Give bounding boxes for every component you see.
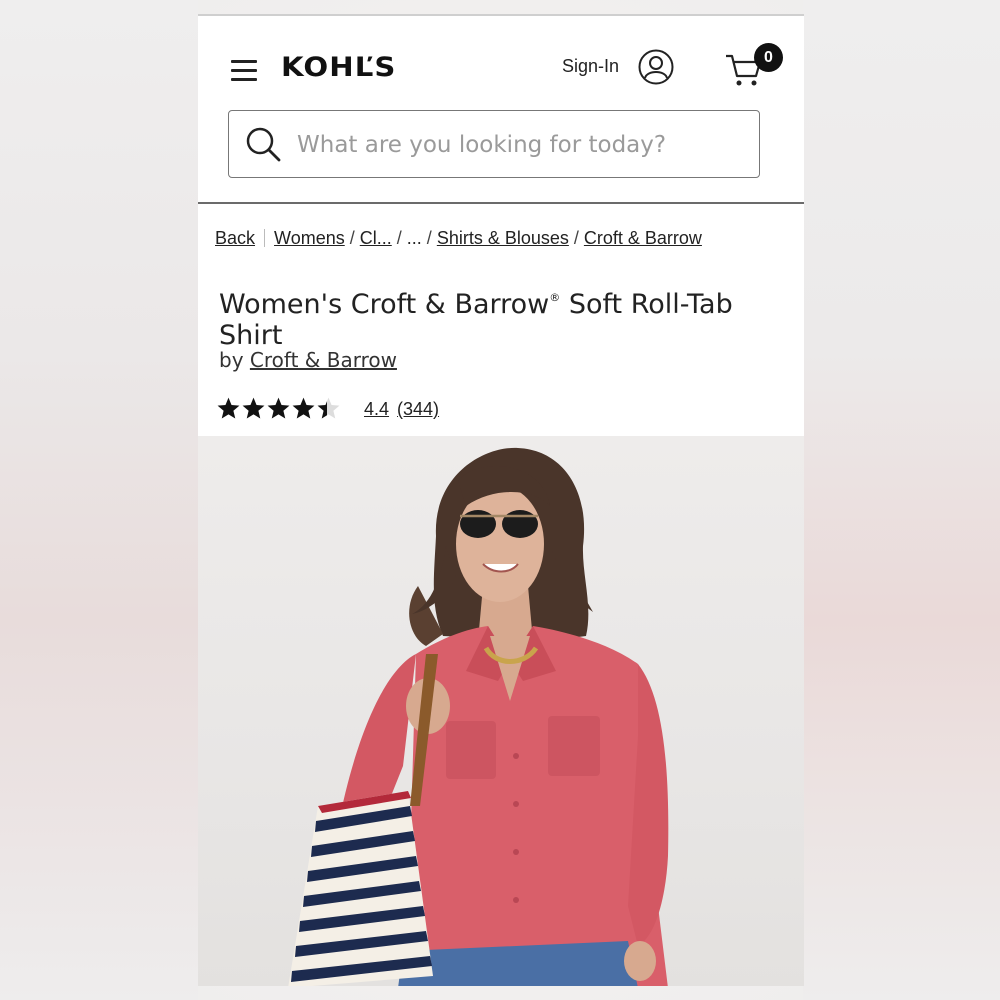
mobile-page: KOHĽS Sign-In 0 BackWomens/Cl.../.../Shi… — [198, 14, 804, 986]
breadcrumb-item-clothing[interactable]: Cl... — [360, 228, 392, 248]
background-left — [0, 0, 198, 1000]
breadcrumb-separator: / — [573, 228, 579, 248]
product-title: Women's Croft & Barrow® Soft Roll-Tab Sh… — [219, 282, 789, 351]
product-title-part1: Women's Croft & Barrow — [219, 289, 550, 320]
breadcrumb-item-croft-barrow[interactable]: Croft & Barrow — [584, 228, 702, 248]
breadcrumb-back[interactable]: Back — [215, 228, 255, 248]
breadcrumb-separator: / — [426, 228, 432, 248]
breadcrumb-separator: / — [349, 228, 355, 248]
sign-in-link[interactable]: Sign-In — [562, 56, 619, 77]
star-icon — [242, 397, 265, 419]
breadcrumb-separator: / — [396, 228, 402, 248]
breadcrumb-item-shirts-blouses[interactable]: Shirts & Blouses — [437, 228, 569, 248]
breadcrumb: Back Womens / Cl... /... / Shirts & Blouses / Cr… — [215, 228, 795, 249]
hamburger-icon[interactable] — [231, 60, 257, 82]
product-byline: by Croft & Barrow — [219, 348, 397, 372]
by-prefix: by — [219, 348, 244, 372]
cart-count-badge[interactable]: 0 — [754, 43, 783, 72]
breadcrumb-item-womens[interactable]: Womens — [274, 228, 345, 248]
rating-summary[interactable]: 4.4 (344) — [364, 399, 447, 420]
search-icon[interactable] — [245, 126, 283, 164]
review-count[interactable]: (344) — [397, 399, 439, 419]
star-icon — [267, 397, 290, 419]
star-icon — [217, 397, 240, 419]
product-photo-illustration — [288, 447, 669, 986]
background-right — [803, 0, 1000, 1000]
registered-mark: ® — [549, 291, 561, 304]
star-icon — [292, 397, 315, 419]
partial-star-icon — [317, 397, 340, 419]
search-bar[interactable] — [228, 110, 760, 178]
site-header: KOHĽS Sign-In 0 — [198, 16, 804, 204]
search-input[interactable] — [297, 125, 737, 165]
brand-link[interactable]: Croft & Barrow — [250, 348, 397, 372]
breadcrumb-ellipsis: ... — [406, 228, 422, 248]
kohls-logo[interactable]: KOHĽS — [281, 52, 396, 83]
product-image[interactable] — [198, 436, 804, 986]
rating-value[interactable]: 4.4 — [364, 399, 389, 419]
star-rating[interactable] — [216, 396, 341, 424]
user-icon[interactable] — [638, 49, 674, 85]
